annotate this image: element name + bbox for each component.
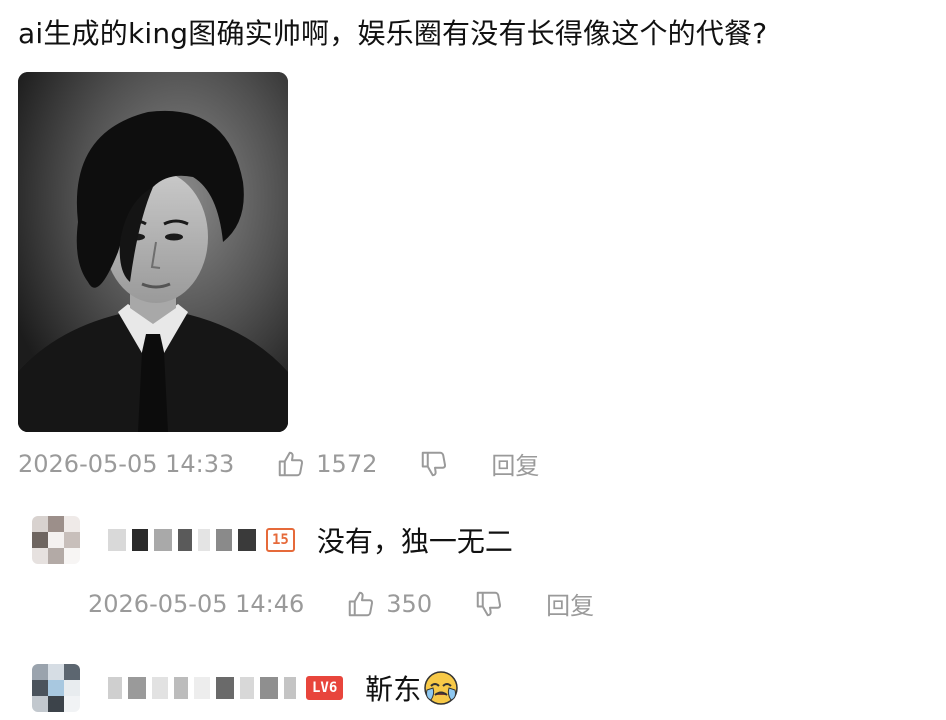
username-blurred[interactable]: [108, 677, 296, 699]
level-badge: 15: [266, 528, 295, 552]
post-timestamp: 2026-05-05 14:33: [18, 449, 235, 478]
level-badge: LV6: [306, 676, 344, 700]
post-image[interactable]: [18, 72, 288, 432]
comment-text: 没有，独一无二: [316, 525, 513, 558]
thumbs-down-icon: [422, 451, 447, 476]
comment-item: 15 没有，独一无二: [32, 516, 513, 564]
post-text: ai生成的king图确实帅啊，娱乐圈有没有长得像这个的代餐?: [18, 17, 768, 50]
comment-timestamp: 2026-05-05 14:46: [88, 589, 305, 618]
post-dislike-button[interactable]: [419, 449, 449, 479]
thumbs-down-icon: [476, 591, 502, 616]
avatar[interactable]: [32, 516, 80, 564]
comment-like-button[interactable]: 350: [346, 589, 432, 619]
crying-face-emoji-icon: [424, 671, 459, 705]
post-reply-button[interactable]: 回复: [491, 446, 539, 481]
avatar[interactable]: [32, 664, 80, 712]
username-blurred[interactable]: [108, 529, 256, 551]
comment-item: LV6 靳东: [32, 664, 459, 712]
post-like-count: 1572: [316, 449, 378, 478]
post-like-button[interactable]: 1572: [276, 449, 377, 479]
comment-text: 靳东: [365, 673, 422, 706]
comment-meta-row: 2026-05-05 14:46 350 回复: [88, 586, 594, 621]
post-meta-row: 2026-05-05 14:33 1572 回复: [18, 446, 539, 481]
comment-reply-button[interactable]: 回复: [546, 586, 594, 621]
thumbs-up-icon: [279, 451, 304, 476]
thumbs-up-icon: [349, 591, 374, 616]
comment-like-count: 350: [386, 589, 433, 618]
portrait-illustration: [18, 72, 288, 432]
comment-dislike-button[interactable]: [474, 589, 504, 619]
